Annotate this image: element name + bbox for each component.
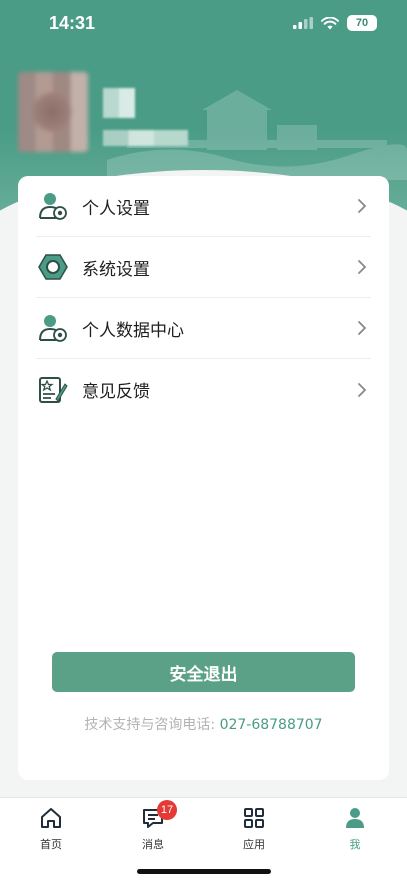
city-skyline-watermark	[107, 90, 407, 180]
signal-icon	[293, 17, 313, 29]
menu-label: 个人数据中心	[82, 320, 184, 341]
menu-item-system-settings[interactable]: 系统设置	[36, 237, 371, 298]
menu-item-personal-settings[interactable]: 个人设置	[36, 176, 371, 237]
apps-grid-icon	[244, 808, 264, 828]
home-indicator	[137, 869, 271, 874]
support-contact: 技术支持与咨询电话: 027-68788707	[18, 714, 389, 734]
settings-menu: 个人设置 系统设置 个人数据中心 意见反馈	[18, 176, 389, 420]
tab-label: 首页	[40, 838, 62, 851]
tab-home[interactable]: 首页	[16, 806, 86, 852]
user-settings-icon	[38, 191, 68, 221]
tab-label: 我	[349, 838, 361, 851]
tab-apps[interactable]: 应用	[219, 806, 289, 852]
avatar[interactable]	[18, 72, 88, 152]
support-text: 技术支持与咨询电话:	[84, 717, 216, 733]
menu-item-personal-data-center[interactable]: 个人数据中心	[36, 298, 371, 359]
status-bar: 14:31 70	[0, 0, 407, 48]
support-phone-link[interactable]: 027-68788707	[220, 717, 323, 733]
profile-icon	[346, 808, 364, 828]
tab-label: 消息	[142, 838, 164, 851]
status-time: 14:31	[49, 13, 96, 33]
menu-label: 意见反馈	[82, 382, 150, 402]
user-subtitle-blurred	[103, 130, 188, 146]
feedback-icon	[38, 375, 68, 405]
home-icon	[41, 808, 61, 828]
user-name-blurred	[103, 88, 135, 118]
tab-me[interactable]: 我	[320, 806, 390, 852]
menu-label: 系统设置	[82, 259, 150, 280]
chevron-right-icon	[358, 382, 367, 397]
settings-card: 个人设置 系统设置 个人数据中心 意见反馈 安全退出 技术支持与咨询电话: 02…	[18, 176, 389, 780]
chevron-right-icon	[358, 199, 367, 213]
unread-badge: 17	[157, 800, 177, 820]
tab-messages[interactable]: 17 消息	[118, 800, 188, 852]
wifi-icon	[321, 16, 339, 29]
battery-indicator: 70	[347, 15, 377, 31]
logout-button[interactable]: 安全退出	[52, 652, 355, 692]
hex-nut-icon	[38, 252, 68, 282]
menu-label: 个人设置	[82, 198, 150, 219]
chevron-right-icon	[358, 260, 367, 274]
chevron-right-icon	[358, 321, 367, 335]
menu-item-feedback[interactable]: 意见反馈	[36, 359, 371, 420]
tab-label: 应用	[243, 838, 265, 851]
user-data-icon	[38, 313, 68, 343]
